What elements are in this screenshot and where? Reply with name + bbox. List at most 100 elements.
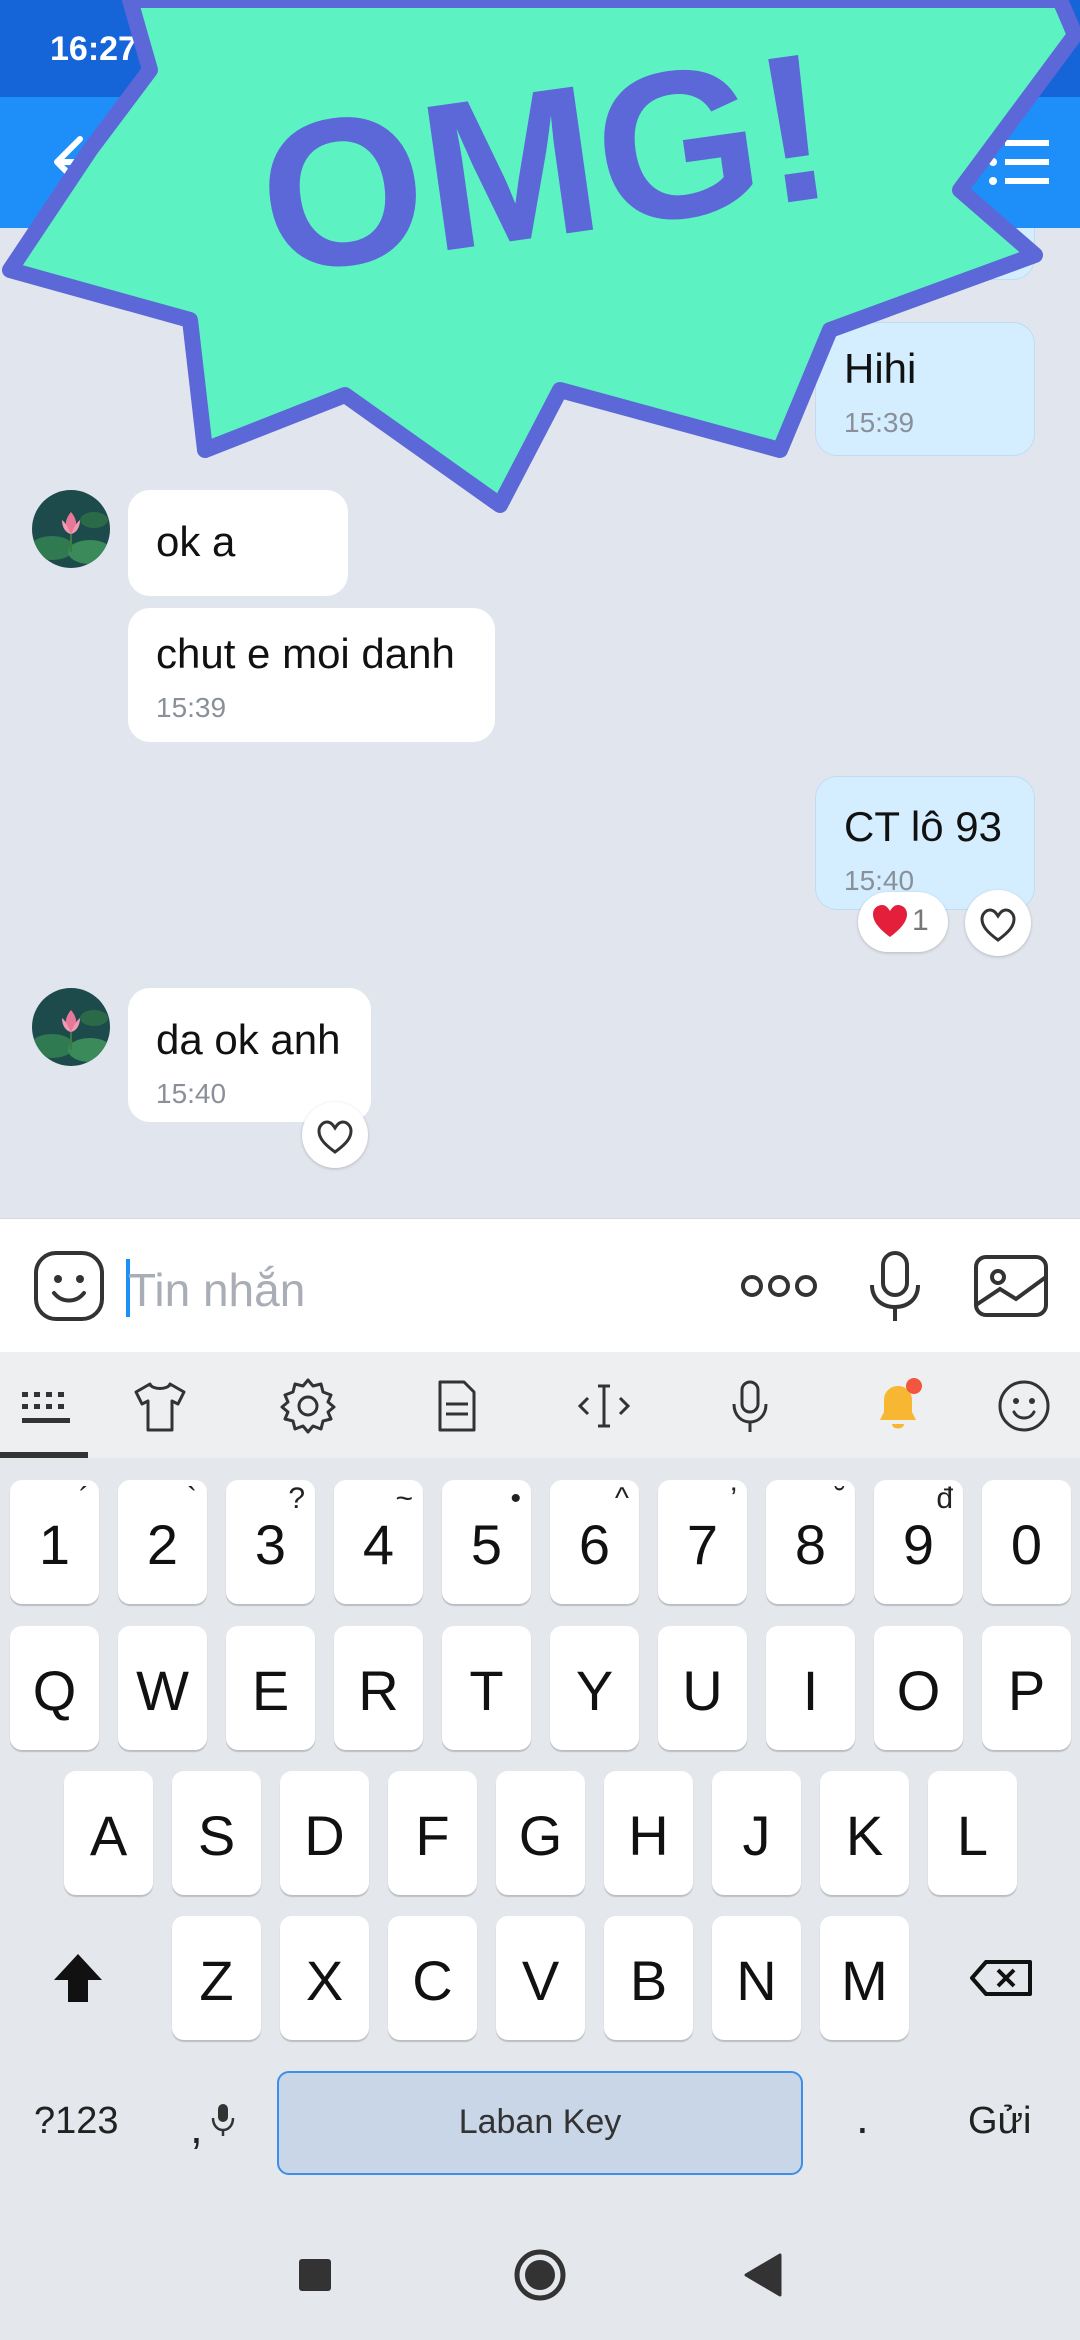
keyboard-mode-button[interactable] — [14, 1374, 78, 1438]
image-button[interactable] — [966, 1241, 1056, 1331]
key-label: J — [742, 1804, 771, 1867]
space-key[interactable]: Laban Key — [277, 2071, 803, 2175]
key-label: Z — [199, 1949, 234, 2012]
voice-input-button[interactable] — [718, 1374, 782, 1438]
shirt-icon — [134, 1382, 186, 1432]
react-button[interactable] — [302, 1102, 368, 1168]
key-n[interactable]: N — [712, 1916, 801, 2040]
settings-button[interactable] — [276, 1374, 340, 1438]
key-label: C — [412, 1949, 453, 2012]
key-5[interactable]: 5 • — [442, 1480, 531, 1604]
key-o[interactable]: O — [874, 1626, 963, 1750]
heart-outline-icon — [317, 1120, 353, 1154]
reaction-summary[interactable]: 1 — [858, 892, 948, 952]
key-label: B — [629, 1949, 668, 2012]
key-s[interactable]: S — [172, 1771, 261, 1895]
key-y[interactable]: Y — [550, 1626, 639, 1750]
text-cursor-icon — [577, 1384, 631, 1428]
key-label: Y — [575, 1659, 614, 1722]
key-i[interactable]: I — [766, 1626, 855, 1750]
key-b[interactable]: B — [604, 1916, 693, 2040]
key-9[interactable]: 9đ — [874, 1480, 963, 1604]
key-label: I — [802, 1659, 819, 1722]
key-label: 3 — [254, 1513, 287, 1576]
triangle-back-icon — [744, 2253, 782, 2297]
heart-outline-icon — [980, 908, 1016, 942]
key-d[interactable]: D — [280, 1771, 369, 1895]
key-label: D — [304, 1804, 345, 1867]
key-1[interactable]: 1 ´ — [10, 1480, 99, 1604]
more-options-button[interactable] — [734, 1241, 824, 1331]
key-hint: ? — [288, 1482, 305, 1515]
key-m[interactable]: M — [820, 1916, 909, 2040]
key-j[interactable]: J — [712, 1771, 801, 1895]
key-3[interactable]: 3? — [226, 1480, 315, 1604]
backspace-key[interactable] — [952, 1916, 1052, 2040]
key-label: N — [736, 1949, 777, 2012]
react-button[interactable] — [965, 890, 1031, 956]
avatar[interactable] — [32, 988, 110, 1066]
key-label: U — [682, 1659, 723, 1722]
message-text: chut e moi danh — [156, 630, 455, 677]
home-button[interactable] — [495, 2240, 585, 2310]
notification-button[interactable] — [866, 1374, 930, 1438]
key-a[interactable]: A — [64, 1771, 153, 1895]
key-x[interactable]: X — [280, 1916, 369, 2040]
key-h[interactable]: H — [604, 1771, 693, 1895]
key-t[interactable]: T — [442, 1626, 531, 1750]
comma-key[interactable]: , — [190, 2100, 203, 2154]
shift-key[interactable] — [28, 1916, 128, 2040]
key-0[interactable]: 0 — [982, 1480, 1071, 1604]
key-label: K — [845, 1804, 884, 1867]
key-label: Q — [32, 1659, 77, 1722]
key-c[interactable]: C — [388, 1916, 477, 2040]
message-bubble-incoming[interactable]: chut e moi danh 15:39 — [128, 608, 495, 742]
message-time: 15:40 — [156, 1078, 227, 1109]
recents-button[interactable] — [270, 2240, 360, 2310]
message-composer: Tin nhắn — [0, 1218, 1080, 1352]
message-placeholder: Tin nhắn — [128, 1264, 306, 1316]
key-e[interactable]: E — [226, 1626, 315, 1750]
key-7[interactable]: 7’ — [658, 1480, 747, 1604]
key-hint: ˘ — [835, 1482, 845, 1515]
key-w[interactable]: W — [118, 1626, 207, 1750]
key-v[interactable]: V — [496, 1916, 585, 2040]
emoji-sticker-icon — [34, 1251, 104, 1321]
key-label: F — [415, 1804, 450, 1867]
send-key[interactable]: Gửi — [968, 2100, 1031, 2143]
emoji-button[interactable] — [992, 1374, 1056, 1438]
key-label: 5 — [470, 1513, 503, 1576]
cursor-control-button[interactable] — [572, 1374, 636, 1438]
back-nav-button[interactable] — [720, 2240, 810, 2310]
key-6[interactable]: 6 ^ — [550, 1480, 639, 1604]
period-key[interactable]: . — [856, 2090, 869, 2144]
theme-button[interactable] — [128, 1374, 192, 1438]
key-k[interactable]: K — [820, 1771, 909, 1895]
heart-icon — [873, 905, 907, 937]
more-horizontal-icon — [741, 1275, 817, 1297]
key-4[interactable]: 4 ~ — [334, 1480, 423, 1604]
sticker-button[interactable] — [24, 1241, 114, 1331]
key-z[interactable]: Z — [172, 1916, 261, 2040]
voice-message-button[interactable] — [850, 1241, 940, 1331]
key-label: P — [1007, 1659, 1046, 1722]
key-l[interactable]: L — [928, 1771, 1017, 1895]
key-q[interactable]: Q — [10, 1626, 99, 1750]
key-r[interactable]: R — [334, 1626, 423, 1750]
backspace-icon — [970, 1960, 1032, 1996]
message-input[interactable]: Tin nhắn — [126, 1251, 706, 1321]
key-2[interactable]: 2 ` — [118, 1480, 207, 1604]
key-p[interactable]: P — [982, 1626, 1071, 1750]
key-g[interactable]: G — [496, 1771, 585, 1895]
circle-icon — [514, 2249, 566, 2301]
key-u[interactable]: U — [658, 1626, 747, 1750]
gear-icon — [280, 1378, 336, 1434]
key-f[interactable]: F — [388, 1771, 477, 1895]
keyboard-icon — [22, 1392, 70, 1423]
key-label: 9 — [902, 1513, 935, 1576]
key-label: E — [251, 1659, 290, 1722]
clipboard-button[interactable] — [424, 1374, 488, 1438]
key-8[interactable]: 8 ˘ — [766, 1480, 855, 1604]
keyboard-toolbar — [0, 1352, 1080, 1458]
symbols-key[interactable]: ?123 — [34, 2100, 119, 2143]
